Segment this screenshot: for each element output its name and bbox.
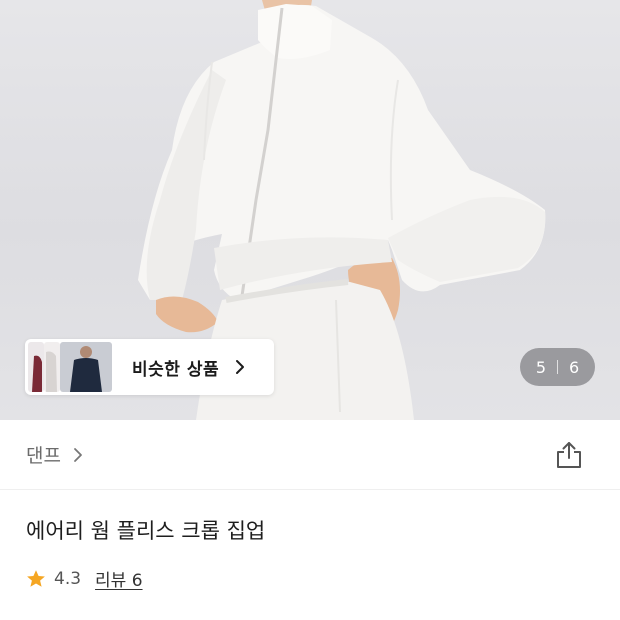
image-page-indicator: 5 6 <box>520 348 595 386</box>
total-pages: 6 <box>569 357 580 377</box>
brand-row: 댄프 <box>0 420 620 490</box>
current-page: 5 <box>535 357 546 377</box>
similar-products-label: 비슷한 상품 <box>132 359 220 380</box>
brand-name: 댄프 <box>26 445 61 467</box>
similar-thumbnails <box>25 339 120 395</box>
pager-divider <box>557 360 558 374</box>
chevron-right-icon <box>74 447 82 462</box>
similar-thumbnail <box>28 342 44 392</box>
chevron-right-icon <box>236 360 245 374</box>
rating-value: 4.3 <box>54 568 82 589</box>
product-title: 에어리 웜 플리스 크롭 집업 <box>26 519 266 543</box>
share-icon[interactable] <box>554 440 584 470</box>
similar-thumbnail <box>44 342 60 392</box>
star-icon <box>27 569 45 587</box>
product-detail-page: 비슷한 상품 5 6 댄프 에어리 웜 플리스 크롭 집업 4.3 리뷰 6 <box>0 0 620 620</box>
review-count-link[interactable]: 리뷰 6 <box>95 566 143 591</box>
rating-row: 4.3 리뷰 6 <box>26 566 143 591</box>
brand-link[interactable]: 댄프 <box>26 441 83 468</box>
product-image-carousel[interactable]: 비슷한 상품 5 6 <box>0 0 620 420</box>
similar-products-button[interactable]: 비슷한 상품 <box>25 339 274 395</box>
similar-thumbnail <box>60 342 112 392</box>
